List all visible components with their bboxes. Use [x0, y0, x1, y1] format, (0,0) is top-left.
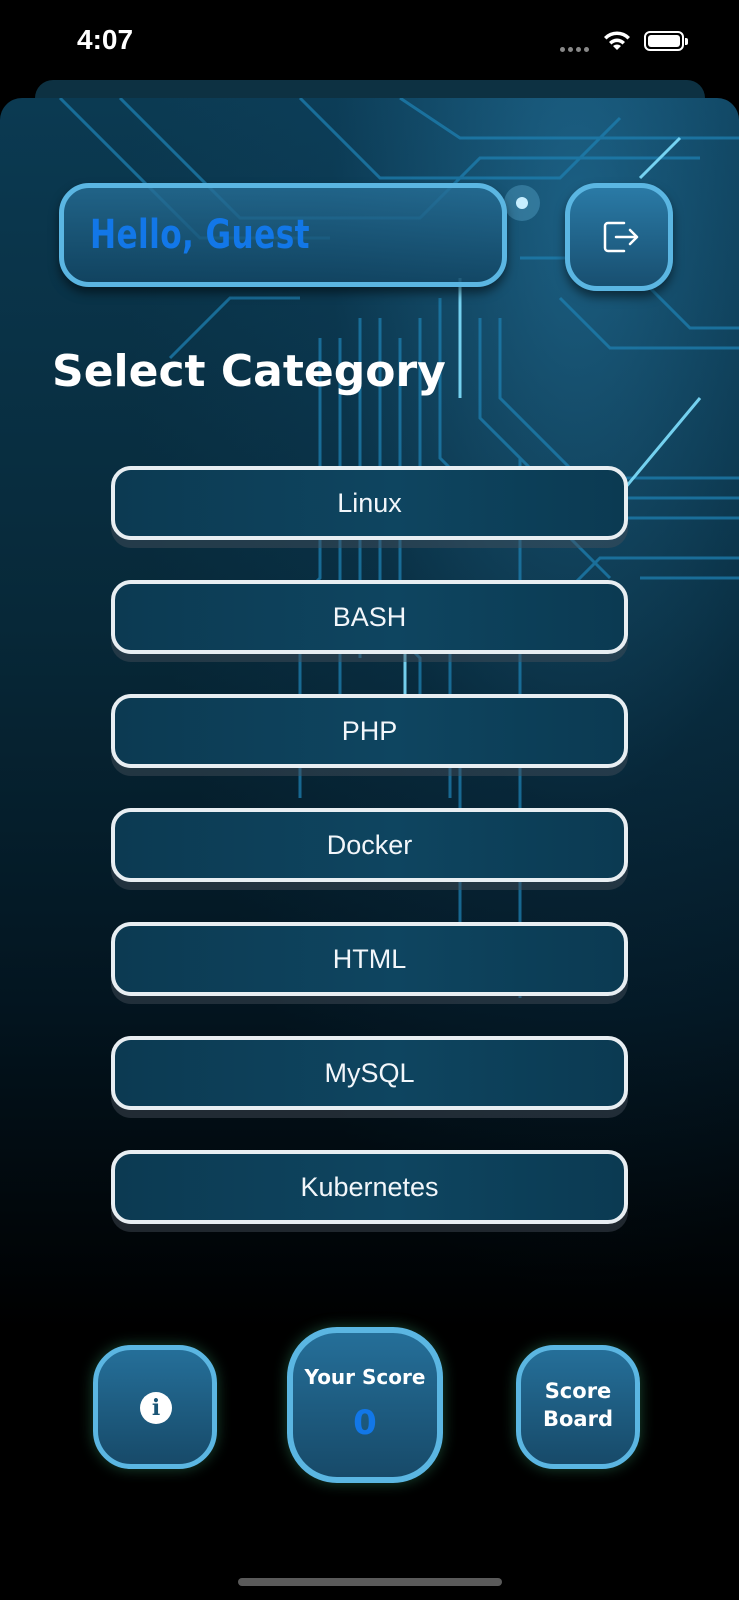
wifi-icon [604, 31, 630, 50]
scoreboard-label-line1: Score [544, 1379, 612, 1403]
category-button-php[interactable]: PHP [111, 694, 628, 768]
category-button-kubernetes[interactable]: Kubernetes [111, 1150, 628, 1224]
category-button-mysql[interactable]: MySQL [111, 1036, 628, 1110]
score-display[interactable]: Your Score 0 [287, 1327, 443, 1483]
score-value: 0 [353, 1403, 377, 1443]
scoreboard-label-line2: Board [543, 1407, 613, 1431]
greeting-text: Hello, Guest [90, 212, 310, 258]
page-title: Select Category [52, 346, 446, 397]
score-label: Your Score [304, 1365, 426, 1389]
battery-icon [644, 31, 688, 51]
category-list: Linux BASH PHP Docker HTML MySQL Kuberne… [111, 466, 628, 1264]
logout-icon [603, 221, 639, 253]
category-button-linux[interactable]: Linux [111, 466, 628, 540]
category-button-bash[interactable]: BASH [111, 580, 628, 654]
info-button[interactable]: i [93, 1345, 217, 1469]
home-indicator[interactable] [238, 1578, 502, 1586]
info-icon: i [140, 1392, 172, 1424]
scoreboard-button[interactable]: Score Board [516, 1345, 640, 1469]
scoreboard-label: Score Board [521, 1377, 635, 1433]
status-bar: 4:07 [0, 0, 739, 80]
cellular-signal-icon [560, 37, 592, 56]
category-button-html[interactable]: HTML [111, 922, 628, 996]
greeting-box: Hello, Guest [59, 183, 507, 287]
category-button-docker[interactable]: Docker [111, 808, 628, 882]
logout-button[interactable] [565, 183, 673, 291]
status-time: 4:07 [77, 24, 134, 55]
